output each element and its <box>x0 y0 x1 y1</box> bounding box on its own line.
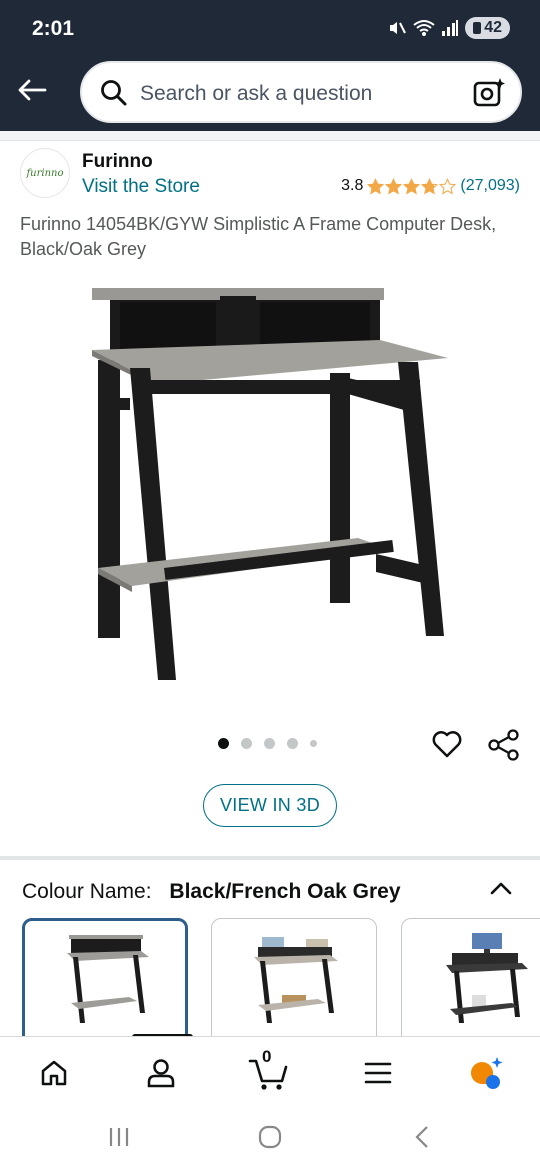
colour-swatch[interactable] <box>211 918 377 1048</box>
search-icon <box>101 80 127 106</box>
status-bar: 2:01 42 <box>0 0 540 58</box>
battery-indicator: 42 <box>465 17 510 39</box>
back-chevron-icon <box>415 1126 428 1148</box>
product-title: Furinno 14054BK/GYW Simplistic A Frame C… <box>20 214 497 259</box>
battery-level: 42 <box>484 19 502 36</box>
star-icon <box>439 177 457 194</box>
bottom-nav: 0 <box>0 1036 540 1108</box>
colour-swatch[interactable] <box>401 918 540 1048</box>
colour-value: Black/French Oak Grey <box>169 880 401 903</box>
star-icon <box>421 177 439 194</box>
header-divider <box>0 131 540 141</box>
wifi-icon <box>413 18 435 38</box>
recent-apps-icon <box>109 1128 129 1146</box>
rufus-assistant-icon <box>471 1057 503 1089</box>
nav-cart[interactable]: 0 <box>248 1047 288 1093</box>
share-icon[interactable] <box>487 728 521 762</box>
home-circle-icon <box>258 1125 282 1149</box>
rating-summary[interactable]: 3.8 (27,093) <box>341 177 520 195</box>
swatch-image <box>446 933 528 1023</box>
battery-icon <box>473 22 482 34</box>
swatch-image <box>67 935 149 1023</box>
rating-stars <box>367 177 457 195</box>
heart-icon[interactable] <box>431 728 463 760</box>
swatch-image <box>254 937 338 1023</box>
screen: 2:01 42 Search or ask a question furinno… <box>0 0 540 1170</box>
status-time: 2:01 <box>32 17 75 40</box>
brand-name: Furinno <box>82 151 153 172</box>
colour-swatch[interactable] <box>22 918 188 1048</box>
search-input[interactable]: Search or ask a question <box>80 61 522 123</box>
carousel-dot[interactable] <box>287 738 298 749</box>
search-row: Search or ask a question <box>0 58 540 131</box>
carousel-dot[interactable] <box>310 740 317 747</box>
carousel-dot[interactable] <box>264 738 275 749</box>
view-in-3d-button[interactable]: VIEW IN 3D <box>203 784 337 827</box>
cart-count: 0 <box>262 1047 272 1066</box>
rating-count[interactable]: (27,093) <box>460 177 520 195</box>
nav-account[interactable] <box>141 1053 181 1093</box>
carousel-dot[interactable] <box>241 738 252 749</box>
visit-store-link[interactable]: Visit the Store <box>82 176 200 198</box>
home-icon <box>41 1060 67 1086</box>
back-system-button[interactable] <box>407 1122 437 1152</box>
status-icons: 42 <box>387 17 510 39</box>
colour-swatches <box>22 918 540 1048</box>
search-placeholder: Search or ask a question <box>140 82 373 105</box>
nav-rufus[interactable] <box>466 1053 506 1093</box>
image-carousel-dots <box>218 738 317 749</box>
rating-value: 3.8 <box>341 177 364 194</box>
camera-lens-icon[interactable] <box>472 76 506 110</box>
back-button[interactable] <box>14 72 50 108</box>
account-icon <box>147 1059 175 1088</box>
store-logo-text: furinno <box>26 167 64 179</box>
home-system-button[interactable] <box>255 1122 285 1152</box>
section-divider <box>0 856 540 860</box>
chevron-up-icon[interactable] <box>489 876 513 900</box>
recent-apps-button[interactable] <box>104 1122 134 1152</box>
star-icon <box>385 177 403 194</box>
mute-icon <box>387 18 407 38</box>
product-image[interactable] <box>80 268 460 698</box>
menu-icon <box>364 1062 392 1084</box>
star-icon <box>367 177 385 194</box>
header: 2:01 42 Search or ask a question <box>0 0 540 131</box>
carousel-dot[interactable] <box>218 738 229 749</box>
star-icon <box>403 177 421 194</box>
nav-home[interactable] <box>34 1053 74 1093</box>
back-arrow-icon <box>18 79 47 101</box>
store-logo[interactable]: furinno <box>20 148 70 198</box>
system-nav-bar <box>0 1108 540 1170</box>
colour-label: Colour Name: <box>22 880 152 903</box>
colour-selector-header: Colour Name: Black/French Oak Grey <box>22 880 401 904</box>
signal-icon <box>441 19 459 37</box>
nav-menu[interactable] <box>358 1053 398 1093</box>
